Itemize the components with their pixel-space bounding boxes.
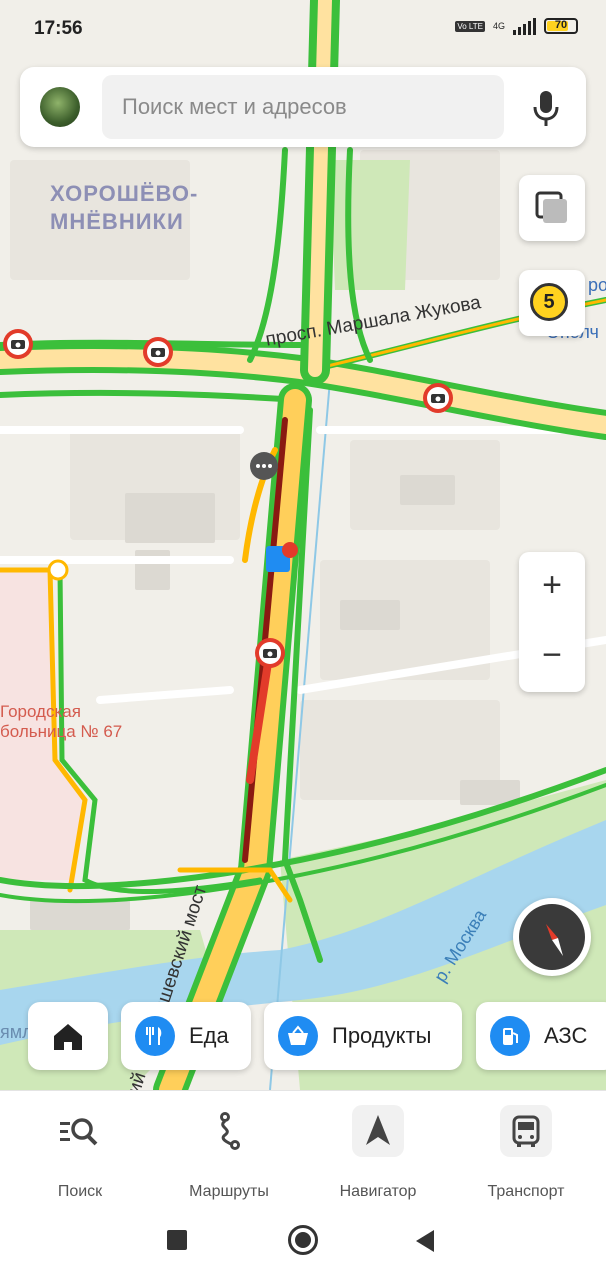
chip-gas-station[interactable]: АЗС [476,1002,606,1070]
nav-search[interactable]: Поиск [20,1101,140,1201]
chip-gas-station-label: АЗС [544,1023,588,1048]
hospital-label: Городская больница № 67 [0,702,122,742]
route-icon [220,1112,240,1150]
chip-groceries-label: Продукты [332,1023,432,1048]
search-input[interactable] [102,75,504,139]
basket-icon [278,1016,318,1056]
fuel-pump-icon [490,1016,530,1056]
chip-food-label: Еда [189,1023,229,1048]
volte-icon: Vo LTE [455,20,485,32]
status-bar: 17:56 Vo LTE 4G 70 [0,0,606,58]
zoom-controls: + − [519,552,585,692]
signal-icon [513,17,536,35]
compass-button[interactable] [513,898,591,976]
fork-knife-icon [135,1016,175,1056]
home-system-button[interactable] [288,1225,318,1255]
back-button[interactable] [414,1228,436,1254]
microphone-icon[interactable] [532,89,560,127]
traffic-button[interactable]: 5 [519,270,585,336]
home-icon [54,1024,82,1050]
network-type: 4G [492,20,505,31]
nav-navigator-label: Навигатор [339,1183,417,1200]
bus-icon [500,1105,552,1157]
navigator-arrow-icon [352,1105,404,1157]
search-card [20,67,586,147]
chip-groceries[interactable]: Продукты [264,1002,462,1070]
layers-icon [535,191,567,223]
battery-icon: 70 [544,18,578,34]
nav-search-label: Поиск [57,1183,103,1200]
chip-food[interactable]: Еда [121,1002,251,1070]
traffic-level-badge: 5 [530,283,568,321]
zoom-in-button[interactable]: + [519,552,585,622]
hospital-label-line2: больница № 67 [0,722,123,741]
hospital-label-line1: Городская [0,702,81,721]
district-label-line1: ХОРОШЁВО- [50,181,199,206]
bottom-navigation: Поиск Маршруты Навигатор Транспорт [0,1090,606,1203]
nav-transport-label: Транспорт [487,1183,565,1200]
user-avatar[interactable] [40,87,80,127]
nav-navigator[interactable]: Навигатор [318,1101,438,1201]
nav-routes-label: Маршруты [189,1183,269,1200]
district-label: ХОРОШЁВО- МНЁВНИКИ [50,180,198,236]
status-icons: Vo LTE 4G 70 [455,17,578,35]
nav-transport[interactable]: Транспорт [466,1101,586,1201]
recents-button[interactable] [167,1230,187,1250]
compass-needle-icon [546,924,563,956]
edge-label-top: род [588,275,606,295]
district-label-line2: МНЁВНИКИ [50,209,184,234]
chip-home[interactable] [28,1002,108,1070]
search-list-icon [60,1118,98,1146]
compass-dial [519,904,585,970]
layers-button[interactable] [519,175,585,241]
battery-level: 70 [554,19,568,31]
zoom-out-button[interactable]: − [519,622,585,692]
nav-routes[interactable]: Маршруты [169,1101,289,1201]
status-time: 17:56 [34,18,83,39]
system-navigation-bar [0,1202,606,1280]
category-chips: Еда Продукты АЗС [0,1002,606,1072]
